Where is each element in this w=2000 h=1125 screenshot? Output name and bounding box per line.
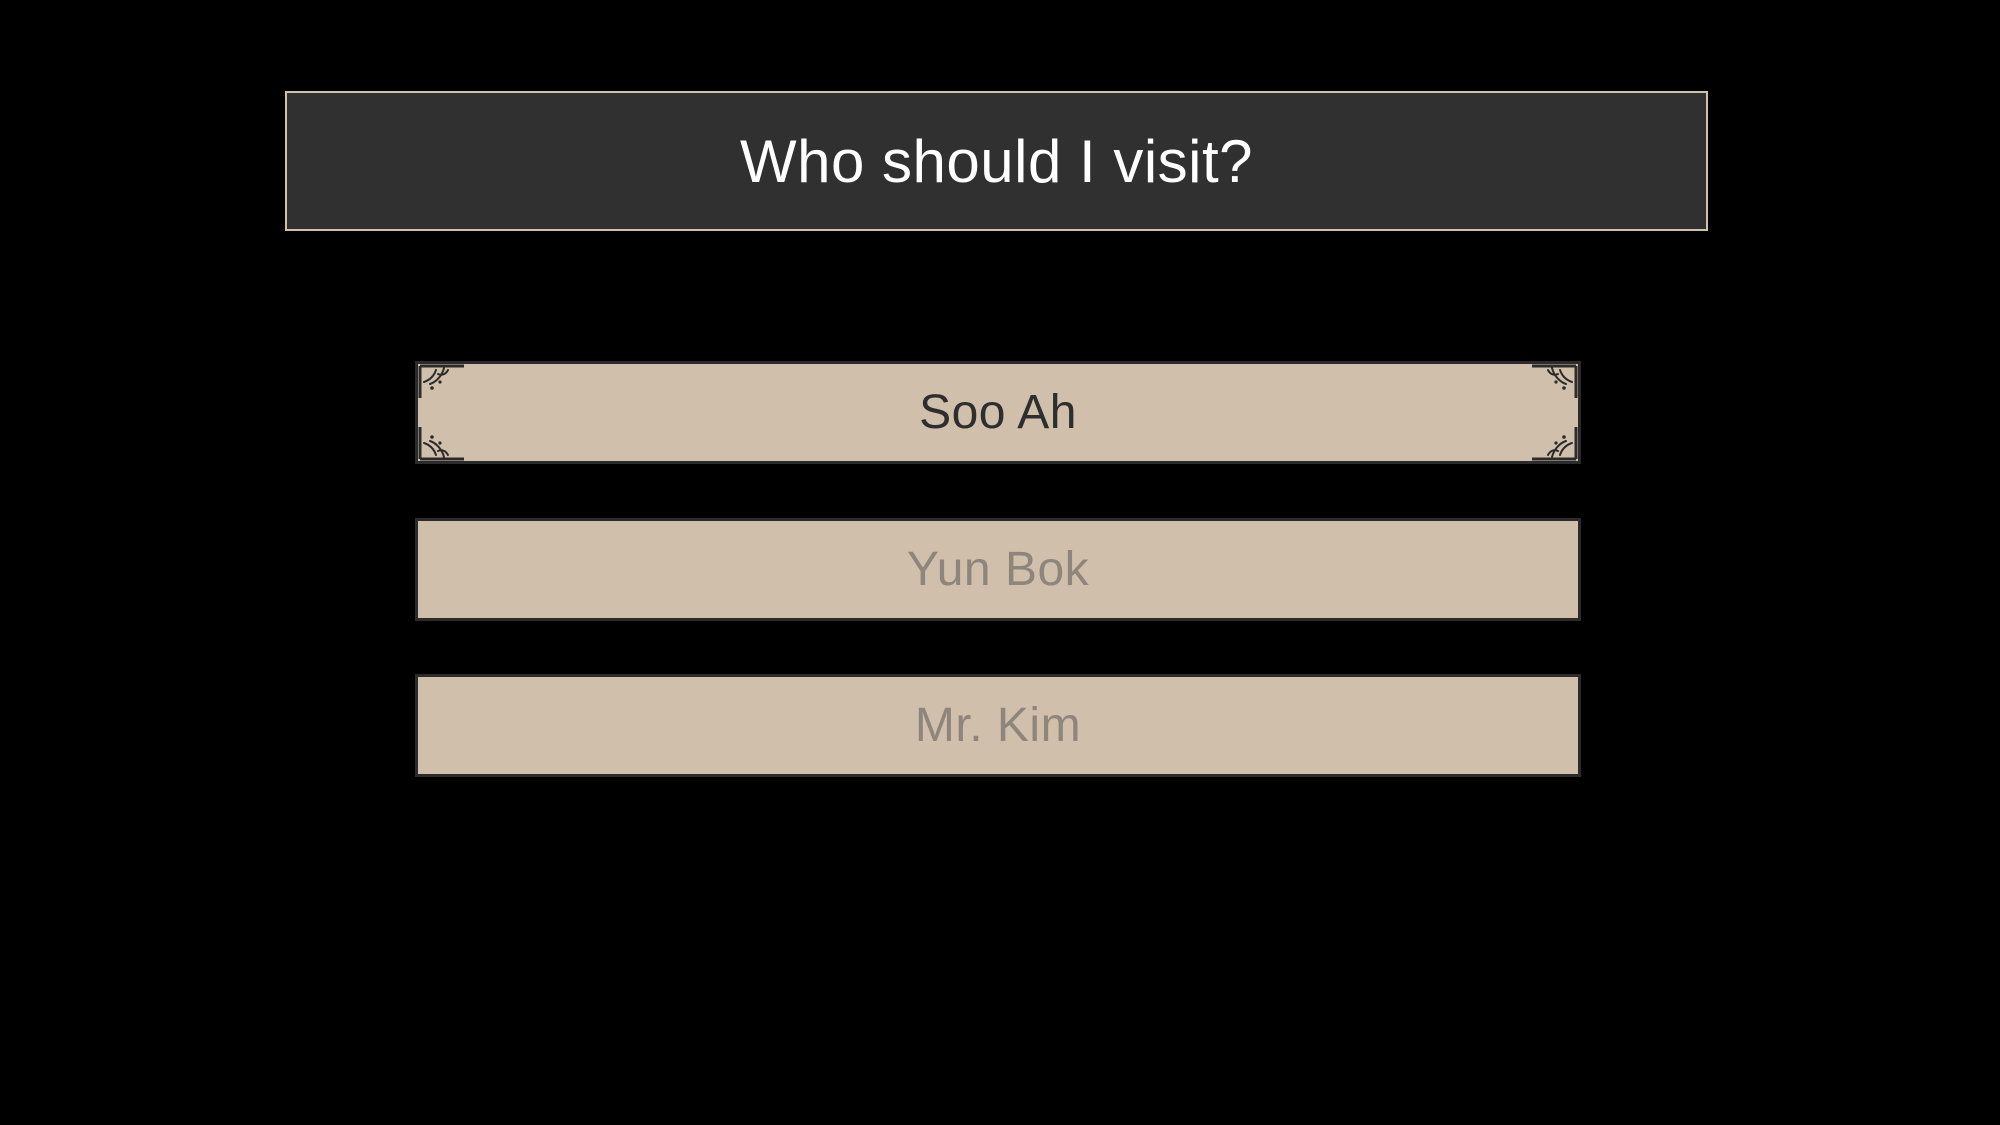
question-text: Who should I visit? [739,127,1254,195]
floral-corner-icon [418,364,464,398]
choice-screen: Who should I visit? Soo Ah Yun Bok Mr. K… [0,0,2000,1125]
choice-label: Mr. Kim [914,699,1082,752]
choice-button-soo-ah[interactable]: Soo Ah [415,361,1581,464]
choice-button-yun-bok[interactable]: Yun Bok [415,518,1581,621]
floral-corner-icon [1532,427,1578,461]
choice-button-mr-kim[interactable]: Mr. Kim [415,674,1581,777]
question-box: Who should I visit? [285,91,1708,231]
choice-label: Yun Bok [906,543,1090,596]
floral-corner-icon [1532,364,1578,398]
floral-corner-icon [418,427,464,461]
choice-label: Soo Ah [919,386,1077,439]
